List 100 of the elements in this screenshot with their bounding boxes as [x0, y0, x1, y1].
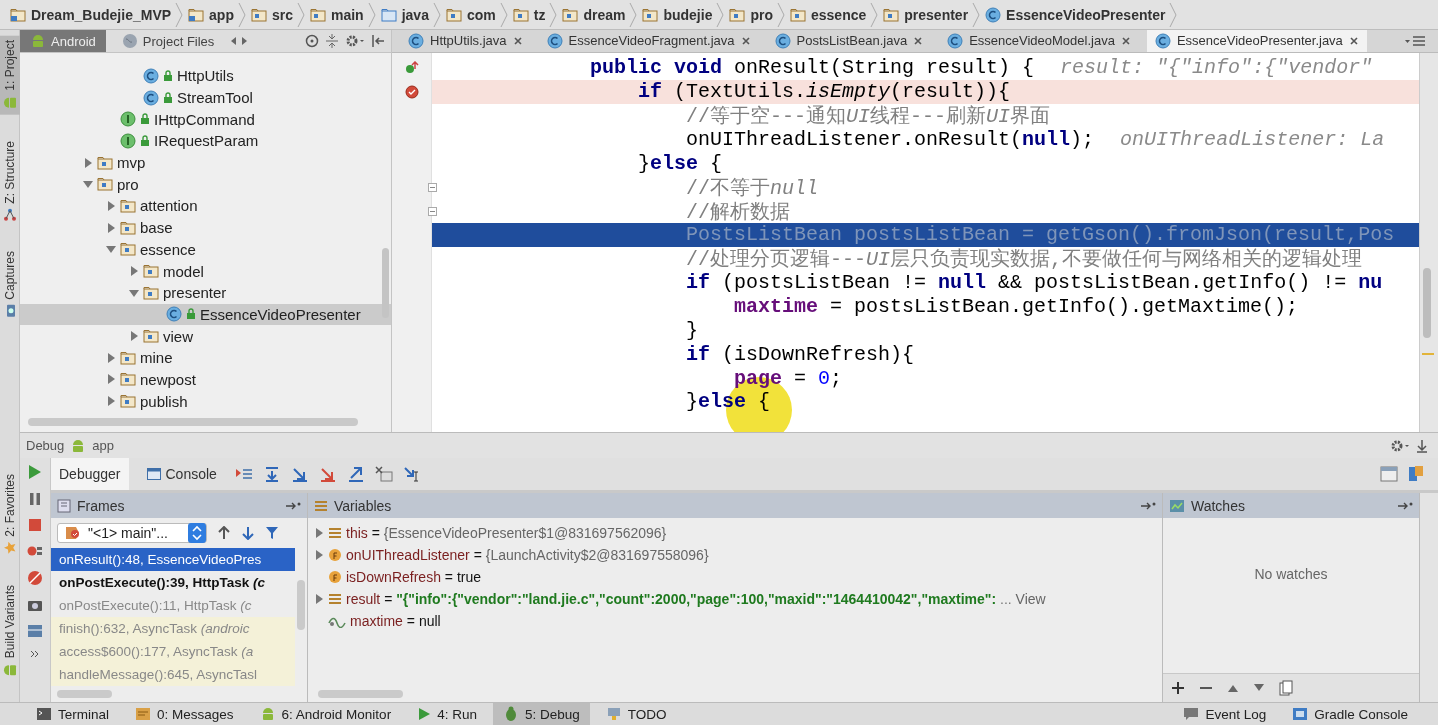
close-icon[interactable] — [1348, 35, 1359, 46]
editor-tab[interactable]: EssenceVideoFragment.java — [538, 30, 759, 52]
scrollbar-thumb[interactable] — [1423, 267, 1431, 338]
tree-item[interactable]: attention — [20, 195, 391, 217]
tree-arrow-icon[interactable] — [106, 222, 116, 233]
filter-icon[interactable] — [265, 526, 279, 540]
close-icon[interactable] — [1120, 35, 1131, 46]
tree-arrow-icon[interactable] — [106, 396, 116, 407]
breadcrumb-item[interactable]: java — [376, 0, 433, 29]
tree-item[interactable]: newpost — [20, 368, 391, 391]
tree-arrow-icon[interactable] — [106, 374, 116, 385]
tree-item[interactable]: StreamTool — [20, 86, 391, 109]
stack-frame[interactable]: onPostExecute():39, HttpTask (c — [51, 571, 295, 594]
hide-panel-icon[interactable] — [371, 34, 385, 48]
breadcrumb-item[interactable]: src — [246, 0, 297, 29]
evaluate-expression-icon[interactable] — [1380, 466, 1398, 482]
scrollbar-thumb[interactable] — [297, 580, 305, 630]
tool-window-button[interactable]: 5: Debug — [492, 703, 590, 725]
breadcrumb-item[interactable]: budejie — [638, 0, 717, 29]
tree-arrow-icon[interactable] — [314, 528, 324, 538]
tree-item[interactable]: model — [20, 260, 391, 282]
arrow-up-icon[interactable] — [217, 526, 231, 540]
fold-marker-icon[interactable] — [428, 206, 437, 216]
scrollbar-thumb[interactable] — [382, 248, 389, 318]
tool-window-button[interactable]: Captures — [0, 247, 20, 323]
tree-item[interactable]: pro — [20, 173, 391, 196]
stack-frame[interactable]: onResult():48, EssenceVideoPres — [51, 548, 295, 571]
variable-entry[interactable]: onUIThreadListener = {LaunchActivity$2@831697558096} — [346, 547, 709, 563]
close-icon[interactable] — [512, 35, 523, 46]
pin-arrow-icon[interactable] — [1140, 500, 1156, 511]
close-icon[interactable] — [913, 35, 924, 46]
tool-window-button[interactable]: 0: Messages — [125, 703, 244, 725]
tool-window-button[interactable]: 4: Run — [407, 703, 487, 725]
hide-panel-icon[interactable] — [1416, 438, 1428, 453]
breadcrumb-item[interactable]: com — [441, 0, 500, 29]
panel-tab[interactable]: Project Files — [111, 30, 225, 52]
tree-item[interactable]: EssenceVideoPresenter — [20, 303, 391, 326]
breakpoint-icon[interactable] — [405, 84, 419, 99]
pin-arrow-icon[interactable] — [1397, 500, 1413, 511]
tree-arrow-icon[interactable] — [106, 200, 116, 211]
breadcrumb-item[interactable]: pro — [725, 0, 777, 29]
copy-icon[interactable] — [1279, 680, 1293, 696]
tree-item[interactable]: IHttpCommand — [20, 108, 391, 131]
tool-window-button[interactable]: Build Variants — [0, 580, 20, 682]
arrow-down-icon[interactable] — [241, 526, 255, 540]
tree-item[interactable]: view — [20, 325, 391, 347]
tool-window-button[interactable]: 1: Project — [0, 36, 20, 115]
variable-entry[interactable]: maxtime = null — [350, 613, 441, 629]
tree-arrow-icon[interactable] — [314, 594, 324, 604]
run-to-cursor-icon[interactable] — [402, 466, 421, 482]
tree-item[interactable]: HttpUtils — [20, 65, 391, 87]
tree-item[interactable]: essence — [20, 238, 391, 261]
debugger-tab[interactable]: Debugger — [51, 458, 129, 490]
stop-icon[interactable] — [28, 518, 42, 532]
tool-window-button[interactable]: 6: Android Monitor — [249, 703, 402, 725]
tree-item[interactable]: IRequestParam — [20, 130, 391, 152]
thread-dropdown[interactable]: "<1> main"... — [57, 523, 207, 543]
tool-window-button[interactable]: Z: Structure — [0, 136, 20, 226]
crosshair-icon[interactable] — [305, 34, 319, 48]
tree-arrow-icon[interactable] — [106, 352, 116, 363]
variable-entry[interactable]: this = {EssenceVideoPresenter$1@831697562096} — [346, 525, 667, 541]
tree-arrow-icon[interactable] — [83, 157, 93, 168]
tree-item[interactable]: publish — [20, 390, 391, 412]
variable-entry[interactable]: isDownRefresh = true — [346, 569, 482, 585]
resume-icon[interactable] — [28, 464, 42, 480]
scrollbar-thumb[interactable] — [28, 418, 358, 426]
drop-frame-icon[interactable] — [374, 466, 393, 482]
camera-icon[interactable] — [27, 598, 43, 612]
scrollbar-thumb[interactable] — [57, 690, 112, 698]
tree-item[interactable]: mine — [20, 346, 391, 369]
tree-arrow-icon[interactable] — [106, 244, 116, 255]
breadcrumb-item[interactable]: dream — [558, 0, 630, 29]
tool-window-button[interactable]: 2: Favorites — [0, 470, 20, 559]
breadcrumb-item[interactable]: main — [306, 0, 368, 29]
breadcrumb-item[interactable]: tz — [508, 0, 550, 29]
step-out-icon[interactable] — [346, 466, 365, 482]
view-link[interactable]: View — [1015, 591, 1046, 607]
breakpoints-icon[interactable] — [27, 544, 43, 558]
tab-list-menu-icon[interactable] — [1404, 34, 1426, 47]
debugger-tab[interactable]: Console — [138, 458, 225, 490]
breadcrumb-item[interactable]: app — [184, 0, 238, 29]
double-chevron-icon[interactable] — [30, 650, 40, 658]
scrollbar-thumb[interactable] — [318, 690, 403, 698]
tree-arrow-icon[interactable] — [129, 331, 139, 342]
pause-icon[interactable] — [29, 492, 41, 506]
tree-arrow-icon[interactable] — [314, 550, 324, 560]
editor-tab[interactable]: EssenceVideoModel.java — [939, 30, 1139, 52]
move-down-icon[interactable] — [1253, 683, 1265, 693]
tool-window-button[interactable]: Gradle Console — [1282, 703, 1418, 725]
editor-tab[interactable]: PostsListBean.java — [766, 30, 932, 52]
step-into-icon[interactable] — [290, 466, 309, 482]
breadcrumb-item[interactable]: Dream_Budejie_MVP — [6, 0, 176, 29]
restore-layout-icon[interactable] — [1408, 465, 1424, 483]
tree-arrow-icon[interactable] — [129, 266, 139, 277]
close-icon[interactable] — [740, 35, 751, 46]
pin-arrow-icon[interactable] — [285, 500, 301, 511]
panel-tab[interactable]: Android — [20, 30, 106, 52]
left-right-arrows-icon[interactable] — [230, 35, 249, 47]
tree-item[interactable]: base — [20, 216, 391, 239]
tool-window-button[interactable]: Terminal — [26, 703, 119, 725]
